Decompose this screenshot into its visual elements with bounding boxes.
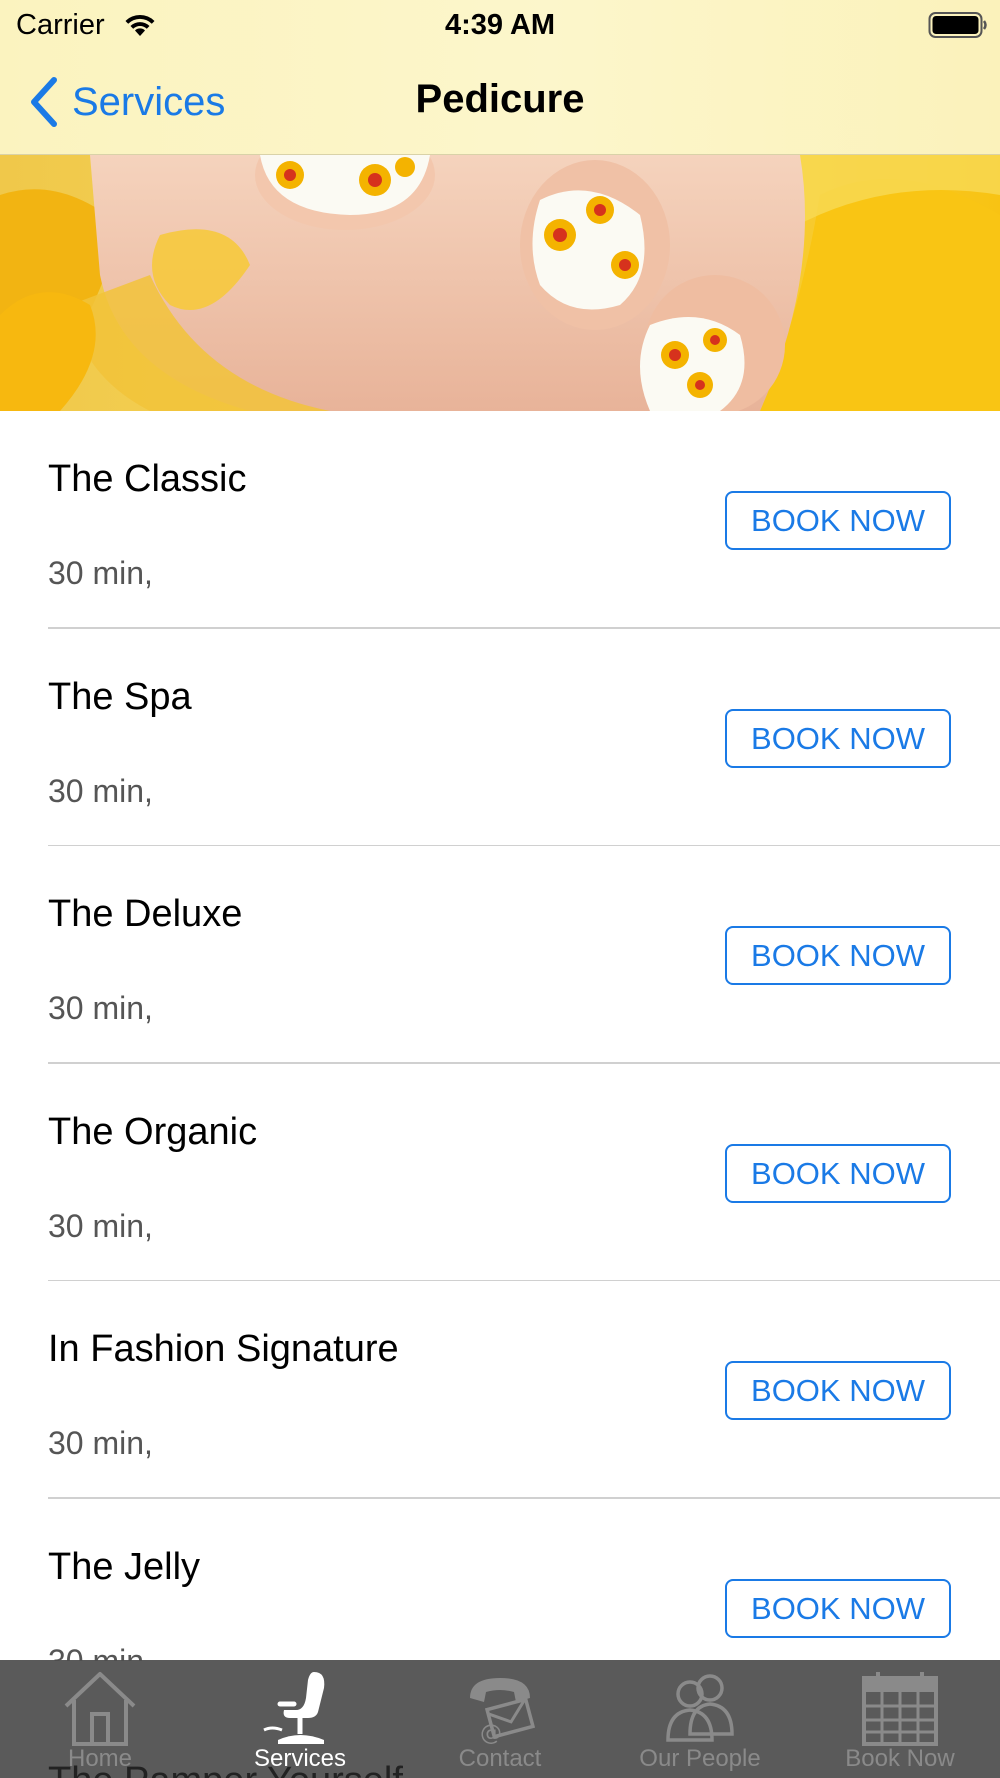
tab-home[interactable]: Home (0, 1660, 200, 1778)
service-row-the-classic: The Classic 30 min, BOOK NOW (0, 411, 1000, 629)
service-duration: 30 min, (48, 990, 153, 1026)
service-name: The Organic (48, 1110, 258, 1153)
tab-label: Services (253, 1745, 347, 1772)
service-row-in-fashion-signature: In Fashion Signature 30 min, BOOK NOW (0, 1281, 1000, 1499)
service-row-the-organic: The Organic 30 min, BOOK NOW (0, 1064, 1000, 1281)
service-name: In Fashion Signature (48, 1328, 399, 1370)
book-now-button[interactable]: BOOK NOW (725, 491, 951, 550)
tab-label: Home (67, 1745, 133, 1772)
page-title: Pedicure (415, 77, 585, 121)
calendar-icon (862, 1672, 938, 1746)
tab-book-now[interactable]: Book Now (800, 1660, 1000, 1778)
service-row-the-deluxe: The Deluxe 30 min, BOOK NOW (0, 846, 1000, 1064)
service-name: The Spa (48, 675, 192, 718)
service-name: The Classic (48, 458, 247, 500)
svg-text:@: @ (480, 1721, 502, 1746)
service-duration: 30 min, (48, 1642, 153, 1662)
tab-label: Our People (639, 1745, 761, 1772)
house-icon (64, 1672, 136, 1746)
book-now-button[interactable]: BOOK NOW (725, 708, 951, 768)
tab-label: Book Now (845, 1745, 955, 1772)
tab-label: Contact (458, 1745, 542, 1772)
battery-icon (928, 12, 987, 38)
service-duration: 30 min, (48, 1425, 153, 1461)
service-duration: 30 min, (48, 772, 153, 809)
navigation-bar: Services Pedicure (0, 50, 1000, 155)
service-duration: 30 min, (48, 555, 153, 591)
book-now-button[interactable]: BOOK NOW (725, 926, 951, 985)
status-bar: Carrier 4:39 AM (0, 0, 1000, 50)
service-row-the-jelly: The Jelly 30 min, BOOK NOW (0, 1499, 1000, 1662)
hero-image (0, 155, 1000, 411)
service-row-the-spa: The Spa 30 min, BOOK NOW (0, 629, 1000, 846)
service-list: The Classic 30 min, BOOK NOW The Spa 30 … (0, 411, 1000, 1661)
people-icon (666, 1674, 734, 1742)
tab-contact[interactable]: @ Contact (400, 1660, 600, 1778)
tab-services[interactable]: Services (200, 1660, 400, 1778)
book-now-button[interactable]: BOOK NOW (725, 1578, 951, 1638)
top-bar: Carrier 4:39 AM Services Pedicure (0, 0, 1000, 155)
service-name: The Deluxe (48, 893, 243, 935)
book-now-button[interactable]: BOOK NOW (725, 1143, 951, 1203)
salon-chair-icon (263, 1672, 325, 1744)
phone-mail-icon: @ (470, 1678, 536, 1746)
service-name: The Jelly (48, 1545, 201, 1588)
tab-our-people[interactable]: Our People (600, 1660, 800, 1778)
status-time: 4:39 AM (444, 9, 556, 41)
tab-bar: The Pamper Yourself Home Services @ Cont… (0, 1660, 1000, 1778)
service-duration: 30 min, (48, 1207, 153, 1244)
book-now-button[interactable]: BOOK NOW (725, 1361, 951, 1420)
